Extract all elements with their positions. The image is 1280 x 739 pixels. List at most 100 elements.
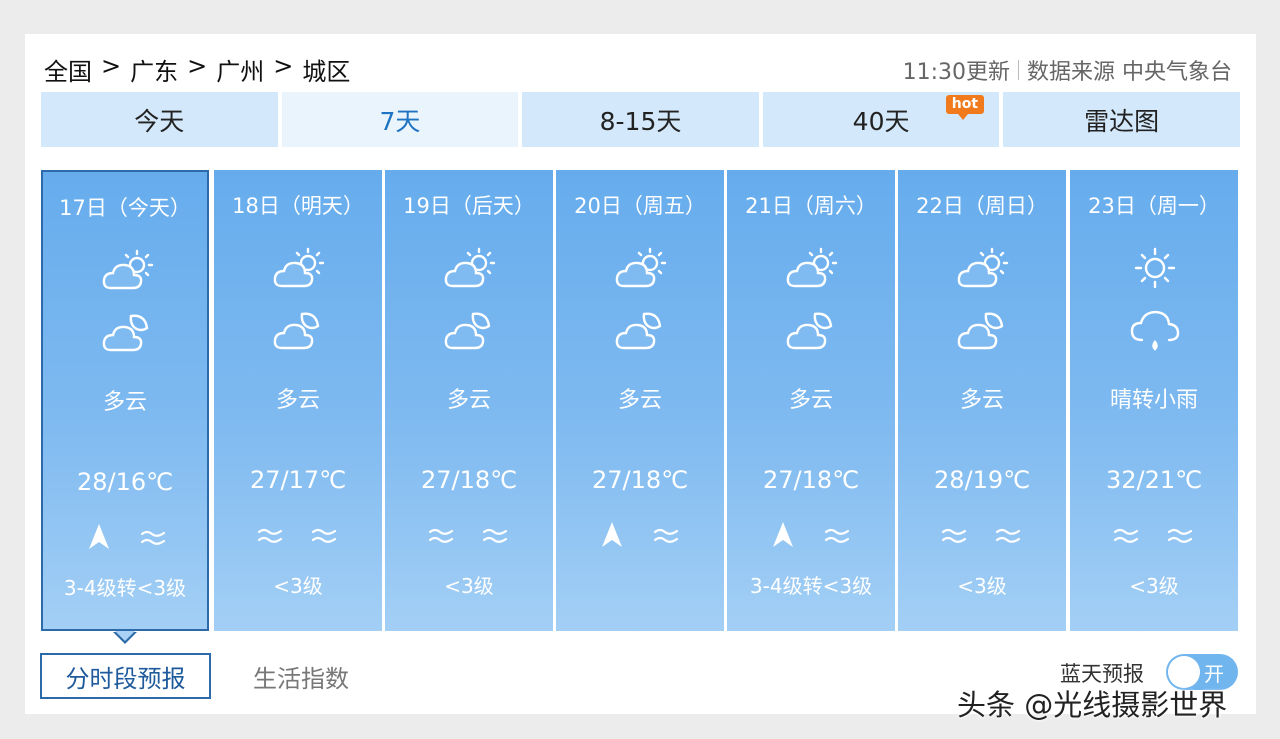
tab-label: 雷达图 [1084,106,1160,136]
day-card[interactable]: 20日（周五） 多云 27/18℃ [556,170,724,631]
day-date: 21日（周六） [745,194,877,218]
partly-cloudy-night-icon [101,310,155,354]
breeze-icon [1166,520,1194,550]
tab-label: 生活指数 [253,664,349,693]
day-card[interactable]: 21日（周六） 多云 27/18℃ 3-4级转<3级 [727,170,895,631]
wind-level: <3级 [957,574,1007,598]
header-bar: 全国 > 广东 > 广州 > 城区 11:30更新 数据来源 中央气象台 [44,50,1234,86]
wind-level: <3级 [1129,574,1179,598]
breeze-icon [139,522,167,552]
weather-description: 多云 [275,388,320,413]
tab-label: 40天 [852,106,910,136]
tab-label: 今天 [134,106,185,136]
breadcrumb-province[interactable]: 广东 [130,52,178,87]
tab-radar[interactable]: 雷达图 [1003,92,1240,147]
partly-cloudy-night-icon [785,308,839,352]
day-date: 17日（今天） [59,196,191,220]
day-date: 19日（后天） [403,194,535,218]
breadcrumb-separator: > [187,52,208,80]
temperature-range: 27/18℃ [591,466,689,494]
tab-hourly-forecast[interactable]: 分时段预报 [40,653,211,699]
partly-cloudy-day-icon [614,246,668,290]
tab-life-index[interactable]: 生活指数 [211,653,391,699]
breadcrumb-separator: > [101,52,122,80]
partly-cloudy-night-icon [272,308,326,352]
breadcrumb: 全国 > 广东 > 广州 > 城区 [44,52,350,87]
day-card[interactable]: 19日（后天） 多云 27/18℃ <3级 [385,170,553,631]
weather-description: 多云 [102,390,147,415]
day-card[interactable]: 22日（周日） 多云 28/19℃ <3级 [898,170,1066,631]
day-date: 22日（周日） [916,194,1048,218]
temperature-range: 28/16℃ [76,468,174,496]
selected-day-pointer [113,631,137,644]
tab-label: 7天 [379,106,421,136]
day-date: 18日（明天） [232,194,364,218]
wind-icons [556,520,724,552]
temperature-range: 27/18℃ [420,466,518,494]
partly-cloudy-night-icon [443,308,497,352]
weather-description: 多云 [446,388,491,413]
tab-label: 8-15天 [599,106,682,136]
temperature-range: 32/21℃ [1105,466,1203,494]
weather-description: 晴转小雨 [1109,388,1198,413]
update-time: 11:30更新 [902,60,1010,85]
update-info: 11:30更新 数据来源 中央气象台 [903,54,1232,86]
breeze-icon [940,520,968,550]
partly-cloudy-night-icon [956,308,1010,352]
divider [1018,60,1019,80]
tab-40-days[interactable]: 40天 hot [762,92,1000,147]
weather-description: 多云 [788,388,833,413]
partly-cloudy-day-icon [785,246,839,290]
data-source: 数据来源 中央气象台 [1027,60,1232,85]
partly-cloudy-day-icon [272,246,326,290]
temperature-range: 27/18℃ [762,466,860,494]
sunny-icon [1128,246,1182,290]
breeze-icon [256,520,284,550]
wind-level: <3级 [273,574,323,598]
wind-icons [214,520,382,552]
partly-cloudy-day-icon [443,246,497,290]
tab-7-days[interactable]: 7天 [281,92,519,147]
breeze-icon [652,520,680,550]
daily-forecast-list: 17日（今天） 多云 28/16℃ 3-4级转<3级 18日（明天） 多云 27/17℃ <3… [41,170,1240,632]
wind-level: <3级 [444,574,494,598]
day-card[interactable]: 23日（周一） 晴转小雨 32/21℃ <3级 [1070,170,1238,631]
breeze-icon [481,520,509,550]
forecast-tabs: 今天 7天 8-15天 40天 hot 雷达图 [41,92,1240,147]
partly-cloudy-day-icon [956,246,1010,290]
tab-8-15-days[interactable]: 8-15天 [522,92,759,147]
north-arrow-icon [600,520,624,550]
temperature-range: 28/19℃ [933,466,1031,494]
wind-level: 3-4级转<3级 [63,576,187,600]
watermark: 头条 @光线摄影世界 [957,688,1228,722]
day-card[interactable]: 17日（今天） 多云 28/16℃ 3-4级转<3级 [41,170,209,631]
partly-cloudy-day-icon [101,248,155,292]
wind-icons [727,520,895,552]
breeze-icon [1112,520,1140,550]
wind-icons [898,520,1066,552]
weather-description: 多云 [959,388,1004,413]
breadcrumb-separator: > [273,52,294,80]
day-date: 20日（周五） [574,194,706,218]
weather-description: 多云 [617,388,662,413]
north-arrow-icon [771,520,795,550]
light-rain-icon [1128,308,1182,352]
breadcrumb-country[interactable]: 全国 [44,52,92,87]
breadcrumb-city[interactable]: 广州 [216,52,264,87]
day-date: 23日（周一） [1088,194,1220,218]
wind-level: 3-4级转<3级 [749,574,873,598]
bottom-tabs: 分时段预报 生活指数 [40,653,391,699]
breeze-icon [427,520,455,550]
temperature-range: 27/17℃ [249,466,347,494]
wind-icons [43,522,207,554]
partly-cloudy-night-icon [614,308,668,352]
tab-label: 分时段预报 [65,664,186,693]
breeze-icon [310,520,338,550]
breeze-icon [994,520,1022,550]
breeze-icon [823,520,851,550]
wind-icons [1070,520,1238,552]
tab-today[interactable]: 今天 [41,92,278,147]
day-card[interactable]: 18日（明天） 多云 27/17℃ <3级 [214,170,382,631]
wind-icons [385,520,553,552]
breadcrumb-district: 城区 [302,58,351,86]
